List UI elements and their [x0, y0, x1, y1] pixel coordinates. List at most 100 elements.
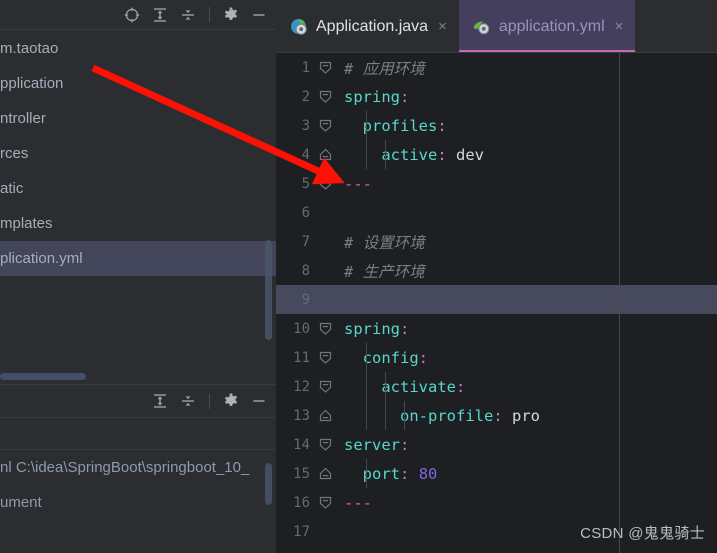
fold-marker-open[interactable]	[318, 379, 333, 394]
project-tree[interactable]: m.taotao Application ntroller rces atic …	[0, 31, 276, 371]
settings-gear-icon[interactable]	[222, 392, 240, 410]
code-editor[interactable]: 1 # 应用环境 2 spring: 3 profiles: 4 active: dev 5…	[276, 53, 717, 553]
hide-panel-icon[interactable]	[250, 6, 268, 24]
code-token: :	[400, 87, 410, 106]
fold-column[interactable]	[310, 546, 344, 553]
fold-marker-open[interactable]	[318, 60, 333, 75]
tree-item-controller[interactable]: ntroller	[0, 101, 276, 136]
settings-gear-icon[interactable]	[222, 6, 240, 24]
fold-column[interactable]	[310, 343, 344, 372]
code-line[interactable]: 11 config:	[276, 343, 717, 372]
code-line[interactable]: 2 spring:	[276, 82, 717, 111]
code-line[interactable]: 12 activate:	[276, 372, 717, 401]
bottom-panel-vertical-scrollbar[interactable]	[265, 463, 272, 505]
code-token: :	[418, 348, 428, 367]
code-token: activate	[344, 377, 456, 396]
tab-label: Application.java	[316, 17, 429, 35]
code-line[interactable]: 13 on-profile: pro	[276, 401, 717, 430]
line-number: 3	[301, 117, 310, 134]
code-line[interactable]: 5 ---	[276, 169, 717, 198]
close-icon[interactable]: ×	[615, 19, 624, 34]
code-line[interactable]: 8 # 生产环境	[276, 256, 717, 285]
fold-column[interactable]	[310, 140, 344, 169]
tree-item-templates[interactable]: mplates	[0, 206, 276, 241]
fold-column[interactable]	[310, 285, 344, 314]
code-line[interactable]: 1 # 应用环境	[276, 53, 717, 82]
project-tree-vertical-scrollbar[interactable]	[265, 240, 272, 340]
editor-area: Application.java × application.yml × 1 # …	[276, 0, 717, 553]
select-opened-file-icon[interactable]	[123, 6, 141, 24]
list-item[interactable]: ument	[0, 485, 276, 520]
expand-all-icon[interactable]	[151, 392, 169, 410]
fold-column[interactable]	[310, 198, 344, 227]
fold-column[interactable]	[310, 488, 344, 517]
code-token: spring	[344, 319, 400, 338]
code-line[interactable]: 6	[276, 198, 717, 227]
fold-marker-open[interactable]	[318, 321, 333, 336]
fold-marker-close[interactable]	[318, 147, 333, 162]
code-token: dev	[446, 145, 484, 164]
collapse-all-icon[interactable]	[179, 392, 197, 410]
tab-application-java[interactable]: Application.java ×	[276, 0, 459, 53]
line-number: 8	[301, 262, 310, 279]
code-line[interactable]: 10 spring:	[276, 314, 717, 343]
tree-item-static[interactable]: atic	[0, 171, 276, 206]
fold-column[interactable]	[310, 314, 344, 343]
fold-marker-close[interactable]	[318, 466, 333, 481]
fold-column[interactable]	[310, 53, 344, 82]
code-line[interactable]: 4 active: dev	[276, 140, 717, 169]
tree-item-application-class[interactable]: Application	[0, 66, 276, 101]
code-line[interactable]: 3 profiles:	[276, 111, 717, 140]
code-token: :	[437, 145, 447, 164]
code-token: ---	[344, 493, 372, 512]
code-token: :	[400, 319, 410, 338]
fold-marker-close[interactable]	[318, 408, 333, 423]
tree-item-package[interactable]: m.taotao	[0, 31, 276, 66]
code-line[interactable]: 7 # 设置环境	[276, 227, 717, 256]
expand-all-icon[interactable]	[151, 6, 169, 24]
fold-column-guide	[619, 53, 620, 553]
fold-column[interactable]	[310, 517, 344, 546]
bottom-panel-list[interactable]: nl C:\idea\SpringBoot\springboot_10_ ume…	[0, 450, 276, 553]
fold-marker-open[interactable]	[318, 495, 333, 510]
code-token: :	[400, 435, 410, 454]
fold-column[interactable]	[310, 430, 344, 459]
editor-vertical-scrollbar[interactable]	[713, 53, 717, 553]
tree-item-application-yml[interactable]: plication.yml	[0, 241, 276, 276]
code-line[interactable]: 17	[276, 517, 717, 546]
code-token: :	[400, 464, 410, 483]
fold-marker-open[interactable]	[318, 350, 333, 365]
project-tree-horizontal-scrollbar[interactable]	[0, 373, 86, 380]
list-item[interactable]: nl C:\idea\SpringBoot\springboot_10_	[0, 450, 276, 485]
code-line[interactable]: 14 server:	[276, 430, 717, 459]
indent-guide	[366, 111, 367, 140]
fold-column[interactable]	[310, 227, 344, 256]
code-line[interactable]: 18# 开发环境	[276, 546, 717, 553]
fold-column[interactable]	[310, 111, 344, 140]
code-token: # 应用环境	[344, 59, 425, 78]
fold-column[interactable]	[310, 82, 344, 111]
fold-column[interactable]	[310, 459, 344, 488]
fold-column[interactable]	[310, 372, 344, 401]
code-line[interactable]: 15 port: 80	[276, 459, 717, 488]
fold-marker-open[interactable]	[318, 118, 333, 133]
fold-column[interactable]	[310, 256, 344, 285]
tab-application-yml[interactable]: application.yml ×	[458, 0, 636, 53]
code-text: activate:	[344, 378, 717, 396]
fold-column[interactable]	[310, 169, 344, 198]
editor-tab-bar: Application.java × application.yml ×	[276, 0, 717, 53]
indent-guide	[366, 140, 367, 169]
hide-panel-icon[interactable]	[250, 392, 268, 410]
collapse-all-icon[interactable]	[179, 6, 197, 24]
line-number: 13	[293, 407, 310, 424]
fold-column[interactable]	[310, 401, 344, 430]
tree-item-resources[interactable]: rces	[0, 136, 276, 171]
list-item-label: nl C:\idea\SpringBoot\springboot_10_	[0, 459, 250, 476]
fold-marker-open[interactable]	[318, 176, 333, 191]
fold-marker-open[interactable]	[318, 89, 333, 104]
close-icon[interactable]: ×	[438, 19, 447, 34]
code-line[interactable]: 16 ---	[276, 488, 717, 517]
code-line[interactable]: 9	[276, 285, 717, 314]
fold-marker-open[interactable]	[318, 437, 333, 452]
